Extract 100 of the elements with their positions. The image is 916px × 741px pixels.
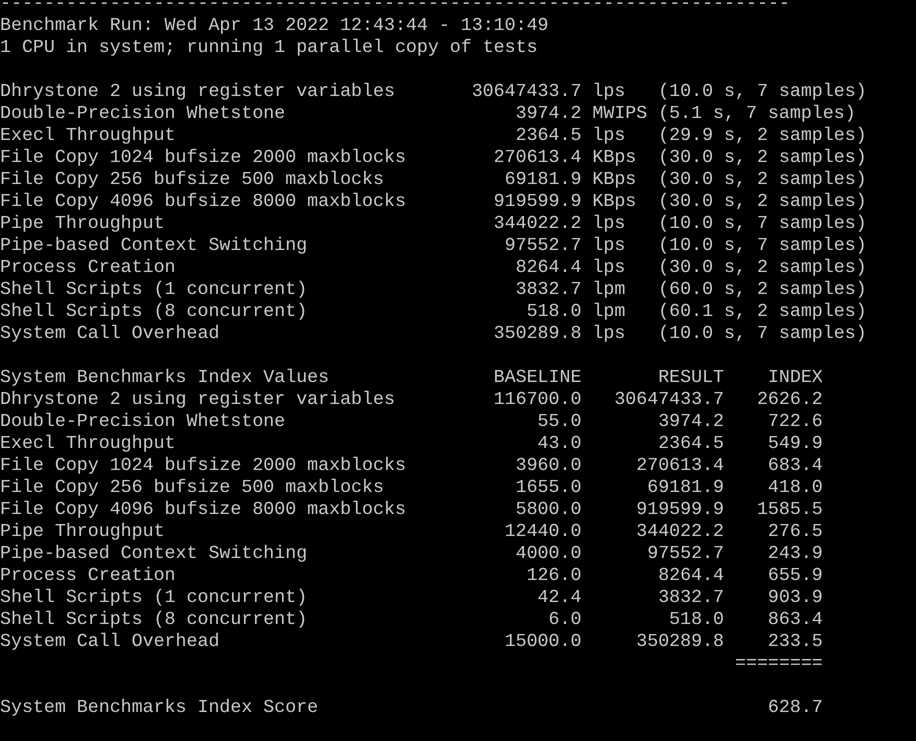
score-unit: lps: [592, 81, 626, 103]
result-value: 8264.4: [658, 565, 724, 587]
score-unit: MWIPS: [592, 103, 648, 125]
score-value: 344022.2: [494, 213, 582, 235]
index-value: 276.5: [768, 521, 823, 543]
run-detail: (10.0 s, 7 samples): [658, 235, 867, 257]
test-name: File Copy 1024 bufsize 2000 maxblocks: [0, 455, 406, 477]
baseline-value: 15000.0: [504, 631, 582, 653]
test-name: File Copy 4096 bufsize 8000 maxblocks: [0, 191, 406, 213]
test-name: Pipe Throughput: [0, 521, 165, 543]
baseline-value: 1655.0: [516, 477, 582, 499]
test-name: Process Creation: [0, 565, 176, 587]
baseline-value: 6.0: [548, 609, 582, 631]
baseline-value: 4000.0: [516, 543, 582, 565]
score-unit: lps: [592, 323, 626, 345]
result-value: 919599.9: [636, 499, 724, 521]
baseline-value: 12440.0: [504, 521, 582, 543]
score-unit: KBps: [592, 169, 636, 191]
run-detail: (10.0 s, 7 samples): [658, 323, 867, 345]
baseline-value: 43.0: [538, 433, 582, 455]
test-name: Process Creation: [0, 257, 176, 279]
index-value: 683.4: [768, 455, 823, 477]
column-header: INDEX: [768, 367, 823, 389]
score-value: 3832.7: [516, 279, 582, 301]
test-name: Double-Precision Whetstone: [0, 103, 286, 125]
test-name: Pipe Throughput: [0, 213, 165, 235]
score-value: 518.0: [526, 301, 582, 323]
run-detail: (30.0 s, 2 samples): [658, 169, 867, 191]
baseline-value: 42.4: [538, 587, 582, 609]
test-name: Execl Throughput: [0, 125, 176, 147]
score-unit: lps: [592, 125, 626, 147]
test-name: File Copy 256 bufsize 500 maxblocks: [0, 477, 384, 499]
test-name: Dhrystone 2 using register variables: [0, 389, 395, 411]
test-name: File Copy 256 bufsize 500 maxblocks: [0, 169, 384, 191]
score-value: 350289.8: [494, 323, 582, 345]
result-value: 344022.2: [636, 521, 724, 543]
run-detail: (10.0 s, 7 samples): [658, 213, 867, 235]
score-value: 2364.5: [516, 125, 582, 147]
score-unit: KBps: [592, 147, 636, 169]
baseline-value: 55.0: [538, 411, 582, 433]
test-name: Shell Scripts (1 concurrent): [0, 587, 308, 609]
test-name: System Call Overhead: [0, 631, 220, 653]
result-value: 3974.2: [658, 411, 724, 433]
score-value: 919599.9: [494, 191, 582, 213]
score-label: System Benchmarks Index Score: [0, 697, 318, 719]
run-detail: (60.0 s, 2 samples): [658, 279, 867, 301]
index-score: 628.7: [768, 697, 823, 719]
test-name: Dhrystone 2 using register variables: [0, 81, 395, 103]
run-detail: (60.1 s, 2 samples): [658, 301, 867, 323]
score-value: 3974.2: [516, 103, 582, 125]
score-unit: lps: [592, 257, 626, 279]
result-value: 2364.5: [658, 433, 724, 455]
baseline-value: 126.0: [526, 565, 582, 587]
score-value: 97552.7: [504, 235, 582, 257]
index-title: System Benchmarks Index Values: [0, 367, 330, 389]
score-value: 30647433.7: [472, 81, 582, 103]
test-name: Double-Precision Whetstone: [0, 411, 286, 433]
index-value: 549.9: [768, 433, 823, 455]
index-value: 233.5: [768, 631, 823, 653]
result-value: 3832.7: [658, 587, 724, 609]
test-name: System Call Overhead: [0, 323, 220, 345]
test-name: Pipe-based Context Switching: [0, 235, 308, 257]
run-timestamp: Benchmark Run: Wed Apr 13 2022 12:43:44 - 13:10:49: [0, 15, 549, 37]
run-detail: (5.1 s, 7 samples): [658, 103, 856, 125]
test-name: Pipe-based Context Switching: [0, 543, 308, 565]
index-value: 722.6: [768, 411, 823, 433]
test-name: Execl Throughput: [0, 433, 176, 455]
index-value: 243.9: [768, 543, 823, 565]
result-value: 350289.8: [636, 631, 724, 653]
baseline-value: 5800.0: [516, 499, 582, 521]
score-unit: KBps: [592, 191, 636, 213]
score-unit: lpm: [592, 301, 626, 323]
result-value: 30647433.7: [614, 389, 724, 411]
test-name: Shell Scripts (8 concurrent): [0, 301, 308, 323]
index-value: 655.9: [768, 565, 823, 587]
baseline-value: 3960.0: [516, 455, 582, 477]
test-name: Shell Scripts (8 concurrent): [0, 609, 308, 631]
baseline-value: 116700.0: [494, 389, 582, 411]
score-value: 69181.9: [504, 169, 582, 191]
test-name: File Copy 1024 bufsize 2000 maxblocks: [0, 147, 406, 169]
result-value: 270613.4: [636, 455, 724, 477]
run-detail: (30.0 s, 2 samples): [658, 191, 867, 213]
run-detail: (30.0 s, 2 samples): [658, 147, 867, 169]
run-detail: (30.0 s, 2 samples): [658, 257, 867, 279]
test-name: Shell Scripts (1 concurrent): [0, 279, 308, 301]
run-detail: (10.0 s, 7 samples): [658, 81, 867, 103]
run-detail: (29.9 s, 2 samples): [658, 125, 867, 147]
score-value: 270613.4: [494, 147, 582, 169]
cpu-info: 1 CPU in system; running 1 parallel copy of tests: [0, 37, 538, 59]
result-value: 69181.9: [647, 477, 724, 499]
index-value: 2626.2: [756, 389, 823, 411]
index-value: 863.4: [768, 609, 823, 631]
test-name: File Copy 4096 bufsize 8000 maxblocks: [0, 499, 406, 521]
score-unit: lps: [592, 213, 626, 235]
score-unit: lps: [592, 235, 626, 257]
column-header: RESULT: [658, 367, 724, 389]
index-value: 1585.5: [756, 499, 823, 521]
index-value: 903.9: [768, 587, 823, 609]
score-unit: lpm: [592, 279, 626, 301]
rule-line: ------------------------------------------------------------------------: [0, 0, 790, 15]
